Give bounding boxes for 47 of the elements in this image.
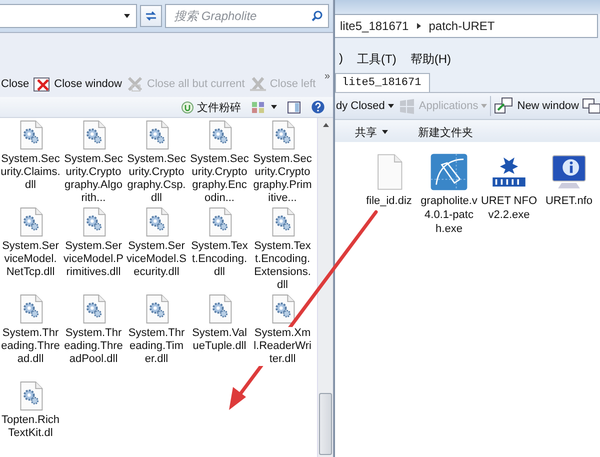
search-field[interactable]: 搜索 Grapholite bbox=[165, 4, 329, 28]
shredder-icon bbox=[181, 100, 194, 114]
close-others-icon bbox=[126, 75, 144, 93]
windows-icon[interactable] bbox=[582, 97, 600, 115]
scroll-up-icon[interactable] bbox=[322, 123, 328, 127]
view-options-icon[interactable] bbox=[251, 100, 265, 114]
new-window-icon bbox=[494, 97, 514, 115]
command-button[interactable]: 新建文件夹 bbox=[418, 124, 473, 140]
close-left-icon bbox=[248, 75, 267, 93]
menu-item[interactable]: 工具(T) bbox=[357, 51, 396, 68]
menu-item[interactable]: 帮助(H) bbox=[410, 51, 451, 68]
menu-item[interactable]: ) bbox=[339, 51, 343, 68]
caret-icon[interactable] bbox=[271, 105, 277, 109]
file-name[interactable]: System.ServiceModel.NetTcp.dll bbox=[0, 240, 60, 279]
file-name[interactable]: URET NFO v2.2.exe bbox=[480, 194, 538, 222]
address-field[interactable] bbox=[0, 4, 137, 28]
file-name[interactable]: file_id.diz bbox=[360, 194, 418, 208]
file-name[interactable]: System.ServiceModel.Security.dll bbox=[126, 240, 186, 279]
chevron-icon bbox=[416, 23, 421, 29]
more-button[interactable]: » bbox=[324, 71, 333, 82]
file-name[interactable]: URET.nfo bbox=[540, 194, 598, 208]
scrollbar[interactable] bbox=[317, 118, 333, 457]
preview-pane-icon[interactable] bbox=[287, 100, 301, 114]
address-field[interactable]: lite5_181671 patch-URET bbox=[335, 14, 598, 38]
toolbar-button[interactable]: Close window bbox=[32, 76, 123, 92]
windows-logo-icon bbox=[398, 98, 416, 114]
file-name[interactable]: System.Xml.ReaderWriter.dll bbox=[252, 327, 312, 366]
file-name[interactable]: System.ValueTuple.dll bbox=[190, 327, 250, 353]
close-window-icon bbox=[33, 76, 52, 92]
help-icon[interactable] bbox=[311, 100, 325, 114]
search-icon[interactable] bbox=[311, 10, 323, 22]
scroll-thumb[interactable] bbox=[319, 393, 332, 455]
breadcrumb-item[interactable]: patch-URET bbox=[428, 19, 495, 33]
command-button[interactable]: 共享 bbox=[355, 124, 377, 140]
toolbar-button[interactable]: Close bbox=[0, 78, 30, 90]
toolbar-button[interactable]: New window bbox=[493, 97, 580, 115]
refresh-icon bbox=[144, 10, 158, 22]
breadcrumb-item[interactable]: lite5_181671 bbox=[340, 19, 409, 33]
caret-icon[interactable] bbox=[388, 104, 394, 108]
caret-icon[interactable] bbox=[124, 14, 130, 18]
file-name[interactable]: grapholite.v4.0.1-patch.exe bbox=[420, 194, 478, 236]
caret-icon[interactable] bbox=[382, 130, 388, 134]
command-button[interactable]: 文件粉碎 bbox=[181, 100, 241, 114]
drawing-app-icon[interactable] bbox=[429, 152, 469, 192]
tab[interactable]: lite5_181671 bbox=[335, 73, 430, 92]
refresh-button[interactable] bbox=[140, 5, 162, 27]
toolbar-button[interactable]: dy Closed bbox=[335, 100, 395, 112]
